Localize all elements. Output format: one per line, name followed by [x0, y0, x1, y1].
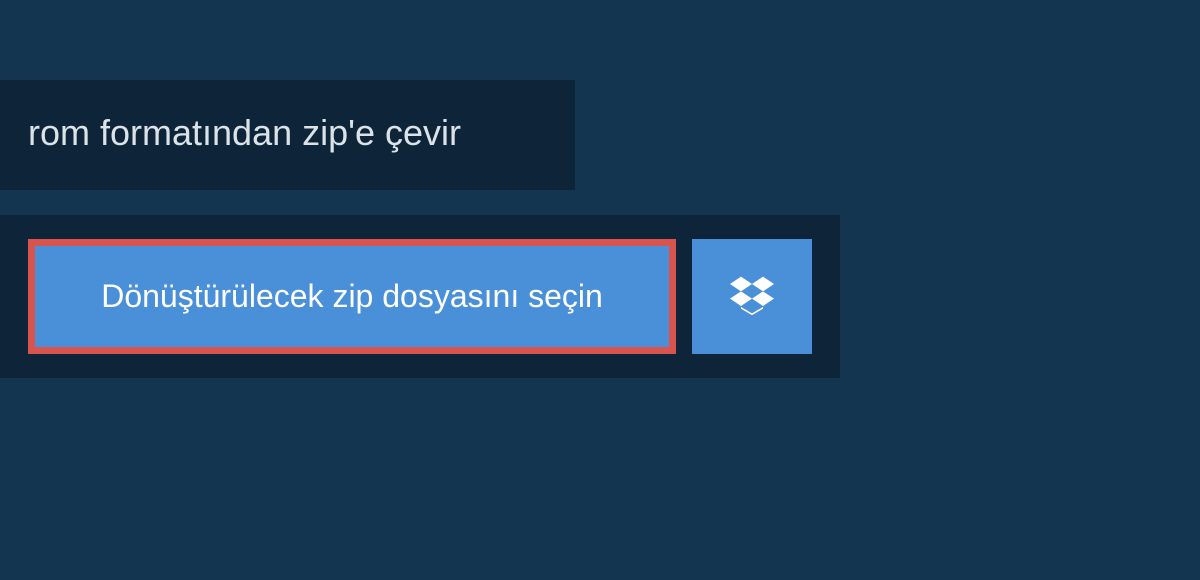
select-file-label: Dönüştürülecek zip dosyasını seçin	[101, 278, 603, 315]
title-panel: rom formatından zip'e çevir	[0, 80, 575, 190]
dropbox-icon	[730, 273, 774, 320]
select-file-button[interactable]: Dönüştürülecek zip dosyasını seçin	[28, 239, 676, 354]
dropbox-button[interactable]	[692, 239, 812, 354]
page-title: rom formatından zip'e çevir	[28, 112, 547, 154]
upload-panel: Dönüştürülecek zip dosyasını seçin	[0, 215, 840, 378]
